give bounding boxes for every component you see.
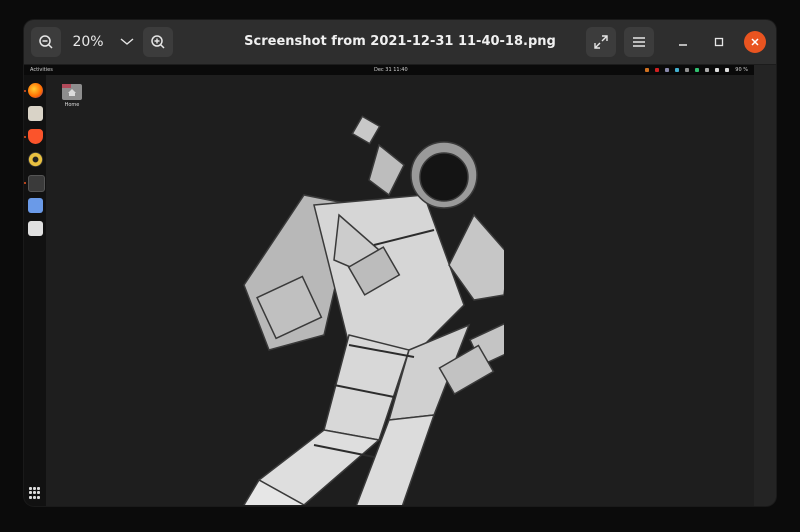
tray-icon [645, 68, 650, 72]
wifi-icon [715, 68, 720, 72]
trash-icon[interactable] [28, 221, 43, 236]
hamburger-menu-icon [633, 37, 645, 47]
system-tray: 90 % [645, 67, 748, 73]
minimize-button[interactable] [672, 31, 694, 53]
zoom-in-button[interactable] [143, 27, 173, 57]
show-applications-icon[interactable] [29, 487, 41, 499]
main-menu-button[interactable] [624, 27, 654, 57]
minimize-icon [679, 44, 687, 46]
maximize-button[interactable] [708, 31, 730, 53]
screenshot-app-icon[interactable] [28, 198, 43, 213]
running-indicator [24, 90, 26, 92]
fullscreen-button[interactable] [586, 27, 616, 57]
astronaut-wallpaper-image [243, 115, 504, 505]
clock-label: Dec 31 11:40 [374, 67, 408, 73]
tray-icon [705, 68, 710, 72]
zoom-out-button[interactable] [31, 27, 61, 57]
battery-label: 90 % [735, 67, 748, 73]
volume-icon [725, 68, 730, 72]
zoom-dropdown-button[interactable] [114, 27, 140, 57]
close-icon [751, 38, 759, 46]
activities-label: Activities [30, 67, 53, 73]
screenshot-top-bar: Activities Dec 31 11:40 90 % [24, 65, 754, 75]
close-button[interactable] [744, 31, 766, 53]
zoom-out-icon [39, 35, 53, 49]
window-title: Screenshot from 2021-12-31 11-40-18.png [244, 34, 556, 49]
tray-icon [675, 68, 680, 72]
files-icon[interactable] [28, 106, 43, 121]
tray-icon [655, 68, 660, 72]
tray-icon [665, 68, 670, 72]
brave-icon[interactable] [28, 129, 43, 144]
displayed-screenshot: Activities Dec 31 11:40 90 % Home [24, 65, 754, 506]
firefox-icon[interactable] [28, 83, 43, 98]
tray-icon [685, 68, 690, 72]
chevron-down-icon [120, 38, 134, 45]
fullscreen-icon [594, 35, 608, 49]
home-folder-label: Home [64, 102, 80, 108]
maximize-icon [714, 37, 724, 47]
running-indicator [24, 182, 26, 184]
zoom-in-icon [151, 35, 165, 49]
tray-icon [695, 68, 700, 72]
home-folder-icon[interactable] [62, 84, 82, 100]
header-bar: 20% Screenshot from 2021-12-31 11-40-18.… [24, 20, 776, 65]
dock [24, 75, 46, 506]
rhythmbox-icon[interactable] [28, 152, 43, 167]
running-indicator [24, 136, 26, 138]
zoom-level-label: 20% [72, 34, 104, 50]
terminal-icon[interactable] [28, 175, 45, 192]
image-canvas[interactable]: Activities Dec 31 11:40 90 % Home [24, 65, 776, 506]
image-viewer-window: 20% Screenshot from 2021-12-31 11-40-18.… [24, 20, 776, 506]
